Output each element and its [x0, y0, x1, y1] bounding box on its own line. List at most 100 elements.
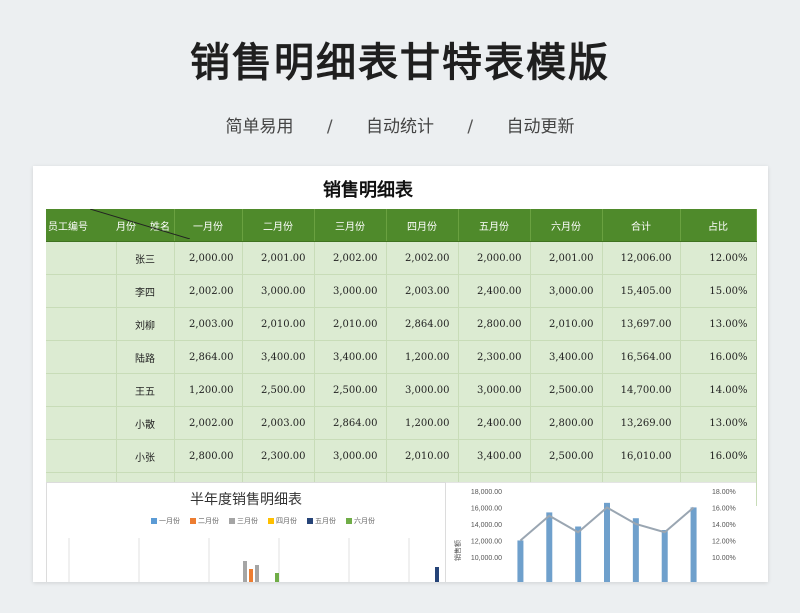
y2-tick-label: 14.00%: [712, 522, 736, 529]
header-month-2: 二月份: [242, 209, 315, 242]
month-value-cell: 2,002.00: [314, 241, 387, 275]
y2-tick-label: 10.00%: [712, 555, 736, 562]
month-value-cell: 2,002.00: [386, 241, 459, 275]
month-value-cell: 2,003.00: [386, 274, 459, 308]
employee-id-cell: [46, 373, 117, 407]
name-cell: 李四: [116, 274, 175, 308]
month-value-cell: 2,000.00: [458, 241, 531, 275]
total-cell: 14,700.00: [602, 373, 681, 407]
month-value-cell: 2,001.00: [530, 241, 603, 275]
header-month: 月份: [116, 222, 136, 233]
feature-auto-stats: 自动统计: [366, 117, 434, 137]
table-row: 李四 2,002.00 3,000.00 3,000.00 2,003.00 2,400.…: [46, 274, 757, 308]
month-value-cell: 1,200.00: [386, 406, 459, 440]
total-bar: [632, 518, 639, 582]
table-row: 王五 1,200.00 2,500.00 2,500.00 3,000.00 3,000.…: [46, 373, 757, 407]
half-year-chart-plot: [68, 538, 439, 582]
header-month-1: 一月份: [174, 209, 243, 242]
month-value-cell: 3,400.00: [242, 340, 315, 374]
spreadsheet-preview: 销售明细表 员工编号 月份 姓名 一月份 二月份 三月份 四月份 五月份 六月份…: [33, 166, 768, 582]
total-bar: [517, 540, 524, 582]
name-cell: 张三: [116, 241, 175, 275]
chart-bar: [275, 573, 279, 582]
header-diagonal-cell: 员工编号 月份 姓名: [46, 209, 190, 242]
month-value-cell: 1,200.00: [174, 373, 243, 407]
month-value-cell: 3,000.00: [458, 373, 531, 407]
month-value-cell: 2,800.00: [530, 406, 603, 440]
header-ratio: 占比: [680, 209, 757, 242]
name-cell: 小散: [116, 406, 175, 440]
month-value-cell: 3,000.00: [530, 274, 603, 308]
header-employee-id: 员工编号: [48, 222, 88, 233]
employee-id-cell: [46, 406, 117, 440]
feature-auto-update: 自动更新: [506, 117, 575, 137]
total-ratio-combo-chart: 10,000.00 12,000.00 14,000.00 16,000.00 18,0…: [446, 482, 756, 582]
header-total: 合计: [602, 209, 681, 242]
combo-chart-plot: 10,000.00 12,000.00 14,000.00 16,000.00 18,0…: [453, 489, 736, 582]
ratio-cell: 15.00%: [680, 274, 757, 308]
month-value-cell: 2,002.00: [174, 406, 243, 440]
ratio-cell: 13.00%: [680, 307, 757, 341]
month-value-cell: 2,000.00: [174, 241, 243, 275]
month-value-cell: 2,300.00: [242, 439, 315, 473]
chart-bar: [249, 569, 253, 582]
header-month-6: 六月份: [530, 209, 603, 242]
y-tick-label: 18,000.00: [471, 489, 502, 496]
sheet-title: 销售明细表: [323, 180, 413, 201]
ratio-cell: 16.00%: [680, 340, 757, 374]
header-month-4: 四月份: [386, 209, 459, 242]
header-month-3: 三月份: [314, 209, 387, 242]
total-cell: 12,006.00: [602, 241, 681, 275]
y-tick-label: 10,000.00: [471, 555, 502, 562]
chart-bar: [255, 565, 259, 582]
page-title: 销售明细表甘特表模版: [190, 40, 610, 86]
chart-bar: [243, 561, 247, 582]
month-value-cell: 2,001.00: [242, 241, 315, 275]
ratio-cell: 14.00%: [680, 373, 757, 407]
name-cell: 刘柳: [116, 307, 175, 341]
feature-easy: 简单易用: [225, 117, 294, 137]
month-value-cell: 2,400.00: [458, 274, 531, 308]
total-cell: 16,564.00: [602, 340, 681, 374]
month-value-cell: 2,500.00: [530, 373, 603, 407]
month-value-cell: 2,500.00: [530, 439, 603, 473]
header-name: 姓名: [150, 222, 170, 233]
table-row: 小张 2,800.00 2,300.00 3,000.00 2,010.00 3,400.…: [46, 439, 757, 473]
y-tick-label: 12,000.00: [471, 539, 502, 546]
month-value-cell: 2,500.00: [314, 373, 387, 407]
ratio-cell: 12.00%: [680, 241, 757, 275]
employee-id-cell: [46, 241, 117, 275]
month-value-cell: 2,010.00: [386, 439, 459, 473]
month-value-cell: 2,400.00: [458, 406, 531, 440]
month-value-cell: 2,002.00: [174, 274, 243, 308]
header-month-5: 五月份: [458, 209, 531, 242]
name-cell: 王五: [116, 373, 175, 407]
table-row: 张三 2,000.00 2,001.00 2,002.00 2,002.00 2,000.…: [46, 241, 757, 275]
total-cell: 13,697.00: [602, 307, 681, 341]
month-value-cell: 2,800.00: [458, 307, 531, 341]
half-year-bar-chart: 半年度销售明细表 一月份 二月份 三月份 四月份 五月份 六月份: [46, 482, 446, 582]
total-bar: [690, 507, 697, 582]
total-cell: 16,010.00: [602, 439, 681, 473]
month-value-cell: 3,000.00: [386, 373, 459, 407]
month-value-cell: 3,000.00: [242, 274, 315, 308]
name-cell: 小张: [116, 439, 175, 473]
month-value-cell: 2,864.00: [174, 340, 243, 374]
total-bar: [575, 526, 582, 582]
month-value-cell: 2,003.00: [242, 406, 315, 440]
y-tick-label: 16,000.00: [471, 506, 502, 513]
month-value-cell: 2,010.00: [242, 307, 315, 341]
employee-id-cell: [46, 307, 117, 341]
employee-id-cell: [46, 439, 117, 473]
ratio-cell: 16.00%: [680, 439, 757, 473]
total-bar: [546, 512, 553, 582]
month-value-cell: 2,864.00: [314, 406, 387, 440]
table-row: 刘柳 2,003.00 2,010.00 2,010.00 2,864.00 2,800.…: [46, 307, 757, 341]
month-value-cell: 2,010.00: [530, 307, 603, 341]
total-cell: 15,405.00: [602, 274, 681, 308]
month-value-cell: 2,500.00: [242, 373, 315, 407]
table-header-row: 员工编号 月份 姓名 一月份 二月份 三月份 四月份 五月份 六月份 合计 占比: [46, 209, 757, 242]
employee-id-cell: [46, 274, 117, 308]
month-value-cell: 2,300.00: [458, 340, 531, 374]
y2-tick-label: 16.00%: [712, 506, 736, 513]
